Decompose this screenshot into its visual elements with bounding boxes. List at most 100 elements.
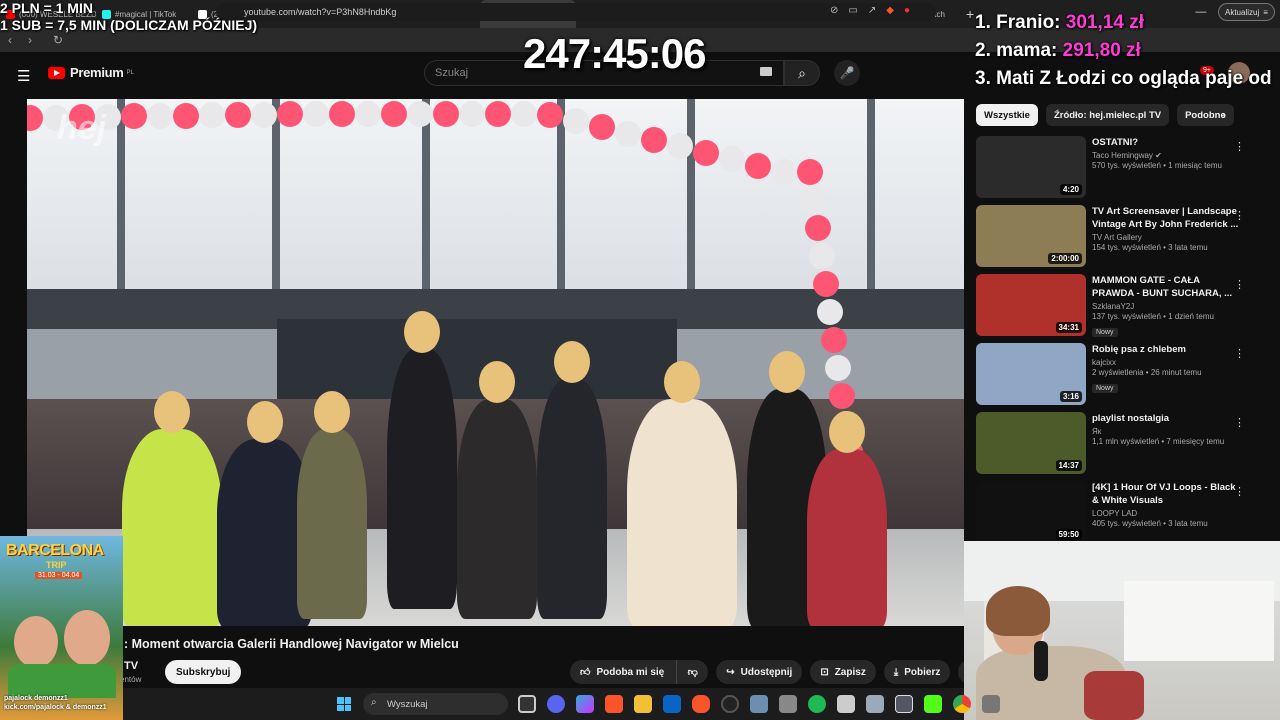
promo-dates: 31.03 - 04.04 [35,572,83,579]
more-vert-icon[interactable]: ⋮ [1234,278,1245,291]
person-head [769,351,805,393]
terminal-icon[interactable] [895,695,913,713]
recommendation-channel[interactable]: Taco Hemingway ✔ [1092,151,1242,160]
share-page-icon[interactable]: ↗ [868,5,876,16]
brave-icon[interactable] [605,695,623,713]
promo-face-left [14,616,58,668]
video-thumbnail[interactable]: 2:00:00 [976,205,1086,267]
more-vert-icon[interactable]: ⋮ [1234,347,1245,360]
recommendation-meta: OSTATNI? Taco Hemingway ✔ 570 tys. wyświet… [1092,136,1242,205]
video-frame [557,99,565,319]
recommendation-channel[interactable]: SzklanaY2J [1092,302,1242,311]
channel-label: LOOPY LAD [1092,509,1138,518]
recommendation-channel[interactable]: TV Art Gallery [1092,233,1242,242]
download-button[interactable]: ⤓ Pobierz [883,660,951,684]
video-thumbnail[interactable]: 14:37 [976,412,1086,474]
balloon [821,327,847,353]
back-icon[interactable]: ‹ [0,33,20,47]
recommendation-stats: 570 tys. wyświetleń • 1 miesiąc temu [1092,161,1222,170]
promo-kick-line2: kick.com/pajalock & demonzz1 [4,704,107,711]
menu-icon[interactable]: ☰ [17,67,30,85]
video-frame [117,99,125,319]
kick-app-icon[interactable] [924,695,942,713]
video-player[interactable]: hej [27,99,964,626]
recommendation-item[interactable]: 3:16 Robię psa z chlebem kajcixx 2 wyświetl… [976,343,1266,412]
photos-icon[interactable] [750,695,768,713]
subathon-timer: 247:45:06 [523,30,706,77]
windows-start-icon[interactable] [337,697,351,711]
store-icon[interactable] [663,695,681,713]
channel-name[interactable]: TV [124,660,138,672]
reload-icon[interactable]: ↻ [48,33,68,47]
recommendation-item[interactable]: 4:20 OSTATNI? Taco Hemingway ✔ 570 tys. wyś… [976,136,1266,205]
keyboard-icon[interactable] [760,67,772,76]
forward-icon[interactable]: › [20,33,40,47]
chevron-right-icon[interactable]: › [1222,108,1226,122]
subscribe-button[interactable]: Subskrybuj [165,660,242,684]
spotify-icon[interactable] [808,695,826,713]
thumbs-up-icon: 👍︎ [580,667,591,678]
recommendation-item[interactable]: 59:50 [4K] 1 Hour Of VJ Loops - Black & W… [976,481,1266,550]
person-head [314,391,350,433]
brave-shield-icon[interactable]: ◆ [886,5,894,16]
cast-icon[interactable]: ▭ [848,5,857,16]
discord-icon[interactable] [547,695,565,713]
like-button[interactable]: 👍︎ Podoba mi się [570,660,677,684]
extension-badge-icon[interactable]: ● [904,5,910,16]
obs-icon[interactable] [721,695,739,713]
person-figure [537,379,607,619]
video-thumbnail[interactable]: 3:16 [976,343,1086,405]
channel-label: Як [1092,427,1102,436]
video-frame [867,99,875,319]
subscriber-count: entów [120,675,142,684]
notepad-icon[interactable] [866,695,884,713]
balloon [381,101,407,127]
video-thumbnail[interactable]: 4:20 [976,136,1086,198]
url-field[interactable]: youtube.com/watch?v=P3hN8HndbKg [216,3,936,21]
download-label: Pobierz [904,666,941,678]
copilot-icon[interactable] [576,695,594,713]
more-vert-icon[interactable]: ⋮ [1234,485,1245,498]
more-vert-icon[interactable]: ⋮ [1234,416,1245,429]
video-thumbnail[interactable]: 34:31 [976,274,1086,336]
calculator-icon[interactable] [837,695,855,713]
person-figure [297,429,367,619]
recommendation-item[interactable]: 2:00:00 TV Art Screensaver | Landscape Vi… [976,205,1266,274]
search-button[interactable]: ⌕ [784,60,820,86]
balloon [719,146,745,173]
recommendation-channel[interactable]: kajcixx [1092,358,1242,367]
recommendation-item[interactable]: 34:31 MAMMON GATE - CAŁA PRAWDA - BUNT SU… [976,274,1266,343]
recommendation-channel[interactable]: Як [1092,427,1242,436]
brave-browser-icon[interactable] [692,695,710,713]
microphone-icon[interactable]: 🎤 [834,60,860,86]
recommendation-stats: 154 tys. wyświetleń • 3 lata temu [1092,243,1208,252]
more-vert-icon[interactable]: ⋮ [1234,209,1245,222]
save-button[interactable]: ⊡ Zapisz [810,660,876,684]
balloon [329,101,355,128]
share-button[interactable]: ↪ Udostępnij [716,660,803,684]
save-label: Zapisz [834,666,866,678]
chrome-icon[interactable] [953,695,971,713]
taskbar-search-placeholder: Wyszukaj [387,698,428,710]
dislike-button[interactable]: 👎︎ [676,660,709,684]
donor-row: 2. mama: 291,80 zł [975,37,1272,65]
recommendation-item[interactable]: 14:37 playlist nostalgia Як 1,1 mln wyświet… [976,412,1266,481]
youtube-logo[interactable]: Premium PL [48,65,134,80]
chip-all[interactable]: Wszystkie [976,104,1038,126]
more-vert-icon[interactable]: ⋮ [1234,140,1245,153]
file-explorer-icon[interactable] [634,695,652,713]
top-donors-overlay: 1. Franio: 301,14 zł 2. mama: 291,80 zł … [975,9,1272,93]
recommendation-channel[interactable]: LOOPY LAD [1092,509,1242,518]
video-thumbnail[interactable]: 59:50 [976,481,1086,543]
recommendation-stats: 2 wyświetlenia • 26 minut temu [1092,368,1202,377]
balloon [615,120,641,147]
chip-source[interactable]: Źródło: hej.mielec.pl TV [1045,104,1170,126]
balloon [829,383,855,409]
task-view-icon[interactable] [518,695,536,713]
eye-off-icon[interactable]: ⊘ [830,5,838,16]
person-head [479,361,515,403]
app-icon[interactable] [779,695,797,713]
logo-region: PL [126,69,134,76]
app-icon[interactable] [982,695,1000,713]
taskbar-search-input[interactable]: ⌕ Wyszukaj [363,693,508,715]
